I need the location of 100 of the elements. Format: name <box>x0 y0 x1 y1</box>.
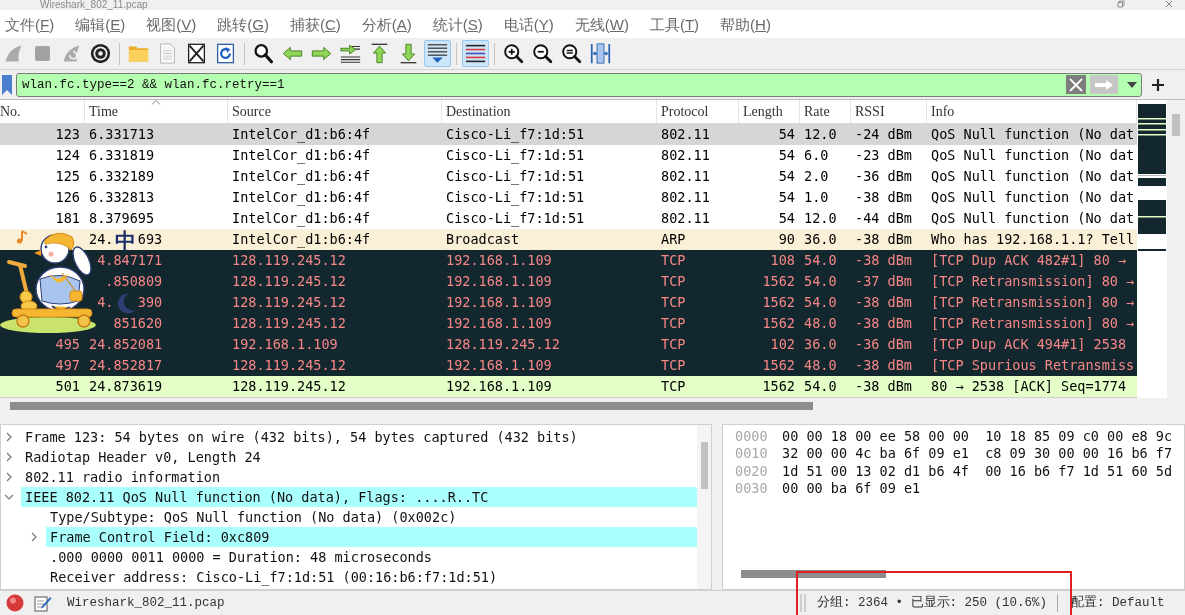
add-filter-button[interactable] <box>1151 77 1165 92</box>
packet-row[interactable]: 851620 128.119.245.12 192.168.1.109 TCP 1562 48.0 -38 dBm [TCP Retransmission] 80 → <box>0 313 1137 334</box>
clear-filter-button[interactable] <box>1066 75 1086 94</box>
ime-mode-label[interactable]: 中 <box>115 230 136 251</box>
menu-item[interactable]: 分析(A) <box>361 16 412 32</box>
column-header[interactable]: RSSI <box>851 100 927 123</box>
scrollbar-thumb[interactable] <box>700 442 708 489</box>
chevron-right-icon[interactable] <box>4 452 14 462</box>
chevron-right-icon[interactable] <box>4 472 14 482</box>
grip-icon <box>800 594 806 612</box>
shark-fin-reload-icon <box>61 43 82 64</box>
tree-item[interactable]: Frame Control Field: 0xc809 <box>46 527 697 547</box>
table-cell-text: 851620 <box>113 314 163 334</box>
byte-offset: 0020 <box>735 461 769 481</box>
tree-item[interactable]: Receiver address: Cisco-Li_f7:1d:51 (00:16:b6:f7:1d:51) <box>46 567 697 587</box>
scrollbar-thumb[interactable] <box>741 570 886 578</box>
packet-row[interactable]: 495 24.852081 192.168.1.109 128.119.245.12 TCP 102 36.0 -36 dBm [TCP Dup ACK 494#1] 2538 <box>0 334 1137 355</box>
table-cell: Cisco-Li_f7:1d:51 <box>446 168 585 185</box>
menu-item[interactable]: 统计(S) <box>432 16 483 32</box>
tree-item[interactable]: IEEE 802.11 QoS Null function (No data), Flags: ....R..TC <box>21 487 697 507</box>
zoom-out-icon <box>532 43 553 64</box>
menu-item[interactable]: 文件(F) <box>5 16 55 32</box>
column-header[interactable]: No. <box>0 100 85 123</box>
byte-offset: 0000 <box>735 426 769 446</box>
packet-row[interactable]: 123 6.331713 IntelCor_d1:b6:4f Cisco-Li_f7:1d:51 802.11 54 12.0 -24 dBm QoS Null function (No dat <box>0 124 1137 145</box>
column-resize-icon <box>590 43 611 64</box>
column-header[interactable]: Rate <box>800 100 851 123</box>
scrollbar-thumb[interactable] <box>10 402 813 410</box>
menu-item[interactable]: 捕获(C) <box>289 16 341 32</box>
chevron-right-icon[interactable] <box>4 432 14 442</box>
reload-icon <box>215 43 236 64</box>
tree-item[interactable]: 802.11 radio information <box>21 467 697 487</box>
table-cell: -36 dBm <box>855 336 912 353</box>
table-cell: 54.0 <box>804 294 837 311</box>
table-cell: 181 <box>55 210 80 227</box>
tree-item[interactable]: Radiotap Header v0, Length 24 <box>21 447 697 467</box>
vertical-scrollbar[interactable] <box>1167 100 1185 397</box>
edit-note-icon[interactable] <box>34 594 52 612</box>
column-header[interactable]: Protocol <box>657 100 739 123</box>
table-cell: 802.11 <box>661 210 710 227</box>
restore-icon[interactable] <box>1117 0 1125 8</box>
tree-item[interactable]: Frame 123: 54 bytes on wire (432 bits), 54 bytes captured (432 bits) <box>21 427 697 447</box>
packet-row[interactable]: 4. 390 128.119.245.12 192.168.1.109 TCP 1562 54.0 -38 dBm [TCP Retransmission] 80 → <box>0 292 1137 313</box>
menu-item[interactable]: 跳转(G) <box>217 16 269 32</box>
chevron-right-icon[interactable] <box>29 532 39 542</box>
packet-row[interactable]: 501 24.873619 128.119.245.12 192.168.1.109 TCP 1562 54.0 -38 dBm 80 → 2538 [ACK] Seq=1774 <box>0 376 1137 397</box>
chevron-down-icon[interactable] <box>4 492 14 502</box>
toolbar-button[interactable] <box>462 40 489 67</box>
table-cell: Who has 192.168.1.1? Tell <box>931 231 1135 248</box>
table-cell: Cisco-Li_f7:1d:51 <box>446 189 585 206</box>
menu-item[interactable]: 无线(W) <box>574 16 629 32</box>
byte-offset: 0030 <box>735 479 769 499</box>
column-header[interactable]: Time <box>85 100 228 123</box>
status-profile: 配置: Default <box>1071 594 1165 612</box>
menu-item[interactable]: 视图(V) <box>146 16 197 32</box>
tree-item[interactable]: Type/Subtype: QoS Null function (No data) (0x002c) <box>46 507 697 527</box>
column-header[interactable]: Source <box>228 100 442 123</box>
table-cell: QoS Null function (No dat <box>931 210 1135 227</box>
table-cell: Broadcast <box>446 231 520 248</box>
menu-item[interactable]: 帮助(H) <box>720 16 771 32</box>
table-cell: 36.0 <box>804 336 837 353</box>
table-cell: [TCP Retransmission] 80 → <box>931 294 1135 311</box>
caret-down-icon <box>1127 81 1137 88</box>
column-header[interactable]: Destination <box>442 100 657 123</box>
packet-row[interactable]: 497 24.852817 128.119.245.12 192.168.1.109 TCP 1562 48.0 -38 dBm [TCP Spurious Retransmiss <box>0 355 1137 376</box>
table-cell: 495 <box>55 336 80 353</box>
table-cell: 125 <box>55 168 80 185</box>
status-dot-icon[interactable] <box>6 594 24 612</box>
table-cell: 108 <box>770 252 795 269</box>
table-cell: 6.332189 <box>89 168 155 185</box>
table-cell-text: .850809 <box>105 272 163 292</box>
bookmark-icon[interactable] <box>1 73 13 96</box>
table-cell: -38 dBm <box>855 357 912 374</box>
table-cell: 128.119.245.12 <box>232 294 346 311</box>
menu-item[interactable]: 编辑(E) <box>75 16 126 32</box>
table-cell-text: 4.847171 <box>97 251 163 271</box>
table-cell: TCP <box>661 378 686 395</box>
table-cell: 192.168.1.109 <box>232 336 338 353</box>
close-icon[interactable] <box>1165 0 1173 8</box>
hex-bytes: 00 16 b6 f7 1d 51 60 5d <box>985 461 1173 481</box>
table-cell: QoS Null function (No dat <box>931 168 1135 185</box>
tree-item[interactable]: .000 0000 0011 0000 = Duration: 48 microseconds <box>46 547 697 567</box>
table-cell: -38 dBm <box>855 378 912 395</box>
table-cell: 501 <box>55 378 80 395</box>
packet-row[interactable]: 4.847171 128.119.245.12 192.168.1.109 TCP 108 54.0 -38 dBm [TCP Dup ACK 482#1] 80 → <box>0 250 1137 271</box>
table-cell: 128.119.245.12 <box>446 336 560 353</box>
shark-fin-icon <box>3 43 24 64</box>
table-cell: 128.119.245.12 <box>232 357 346 374</box>
scrollbar-thumb[interactable] <box>1172 114 1180 136</box>
table-cell: IntelCor_d1:b6:4f <box>232 210 371 227</box>
packet-row[interactable]: .850809 128.119.245.12 192.168.1.109 TCP 1562 54.0 -37 dBm [TCP Retransmission] 80 → <box>0 271 1137 292</box>
menu-item[interactable]: 工具(T) <box>649 16 700 32</box>
vertical-scrollbar[interactable] <box>697 425 711 589</box>
table-cell: 1.0 <box>804 189 829 206</box>
table-cell: -36 dBm <box>855 168 912 185</box>
menu-item[interactable]: 电话(Y) <box>503 16 554 32</box>
table-cell: QoS Null function (No dat <box>931 189 1135 206</box>
table-cell: -38 dBm <box>855 315 912 332</box>
column-header[interactable]: Length <box>739 100 800 123</box>
table-cell: 54 <box>778 210 795 227</box>
